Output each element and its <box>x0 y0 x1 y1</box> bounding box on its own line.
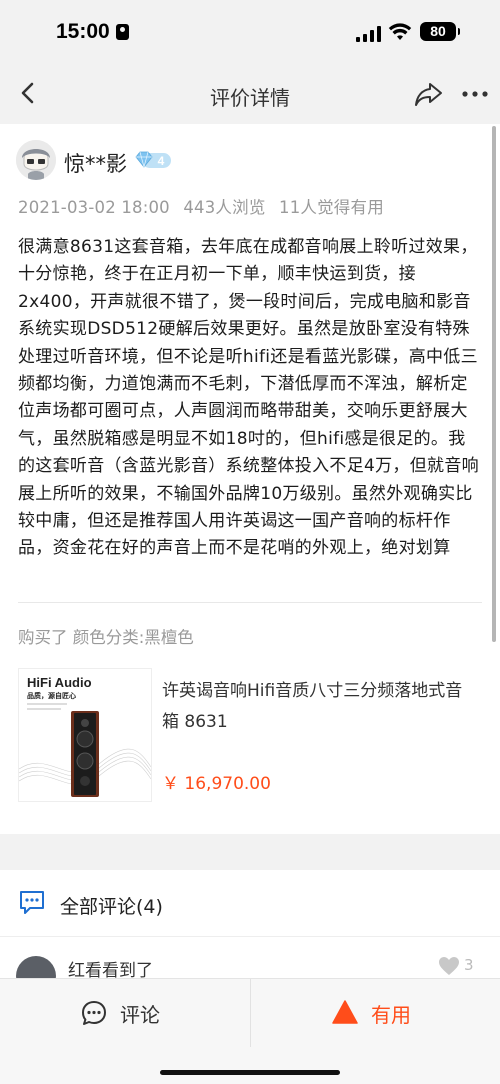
useful-button[interactable]: 有用 <box>251 979 500 1047</box>
status-time: 15:00 <box>56 20 110 43</box>
status-bar: 15:00 80 <box>0 0 500 62</box>
product-price: ￥ 16,970.00 <box>162 774 271 794</box>
avatar[interactable] <box>16 140 56 180</box>
review-date: 2021-03-02 18:00 <box>18 198 170 217</box>
comment-icon <box>20 891 44 914</box>
speaker-illustration <box>19 703 151 797</box>
more-options-icon[interactable] <box>460 80 490 108</box>
vip-diamond-badge: 4 <box>135 151 171 168</box>
share-icon[interactable] <box>414 80 444 108</box>
reviewer-name[interactable]: 惊**影 <box>64 148 127 178</box>
id-card-icon <box>116 24 129 40</box>
view-count: 443人浏览 <box>183 198 266 217</box>
useful-button-label: 有用 <box>371 1003 411 1027</box>
review-meta: 2021-03-02 18:00 443人浏览 11人觉得有用 <box>18 194 392 218</box>
purchase-info: 购买了 颜色分类:黑檀色 <box>18 628 194 647</box>
comment-button[interactable]: 评论 <box>0 979 250 1047</box>
divider <box>18 602 482 603</box>
bottom-action-bar: 评论 有用 <box>0 978 500 1084</box>
cellular-signal-icon <box>356 26 382 42</box>
scrollbar[interactable] <box>492 126 496 642</box>
battery-icon: 80 <box>420 22 460 41</box>
all-comments-label[interactable]: 全部评论(4) <box>60 892 163 919</box>
comment-button-label: 评论 <box>120 1003 160 1027</box>
like-count: 3 <box>464 956 474 974</box>
product-image[interactable]: HiFi Audio 品质，源自匠心 <box>18 668 152 802</box>
product-name[interactable]: 许英谒音响Hifi音质八寸三分频落地式音箱 8631 <box>162 676 472 738</box>
divider <box>0 936 500 937</box>
useful-triangle-icon <box>332 1000 358 1024</box>
review-card: 惊**影 4 2021-03-02 18:00 443人浏览 11人觉得有用 很… <box>0 124 500 834</box>
like-heart-icon[interactable] <box>438 956 460 976</box>
helpful-count: 11人觉得有用 <box>279 198 384 217</box>
nav-bar: 评价详情 <box>0 62 500 124</box>
vip-level: 4 <box>158 154 165 168</box>
home-indicator <box>160 1070 340 1075</box>
wifi-icon <box>388 23 412 40</box>
chat-bubble-icon <box>82 1001 106 1025</box>
review-text: 很满意8631这套音箱，去年底在成都音响展上聆听过效果，十分惊艳，终于在正月初一… <box>18 237 479 559</box>
